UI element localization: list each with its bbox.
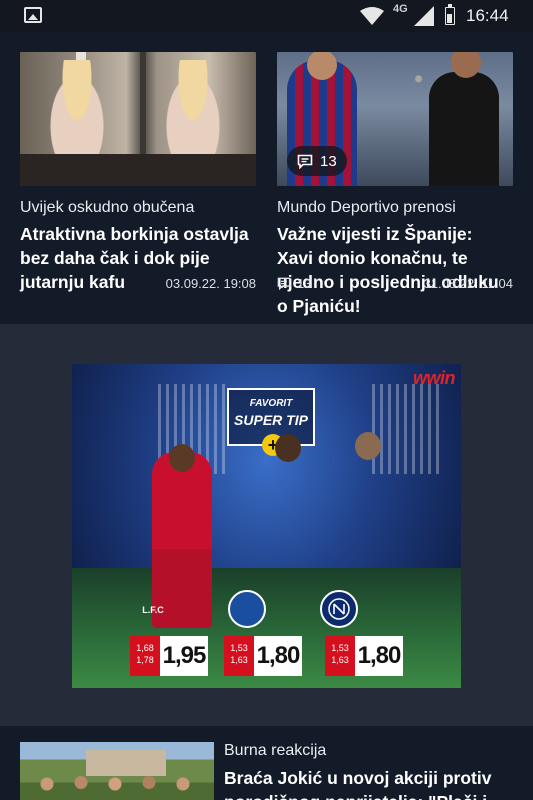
odds-history: 1,68 1,78: [130, 636, 160, 676]
comment-info[interactable]: 13: [277, 276, 311, 291]
article-meta: 13 31.08.22. 11:04: [277, 276, 513, 292]
article-date: 03.09.22. 19:08: [165, 276, 256, 291]
player-head: [169, 444, 195, 472]
odds-history: 1,53 1,63: [325, 636, 355, 676]
bench: [20, 154, 256, 186]
inter-crest-icon: [320, 590, 358, 628]
article-kicker: Burna reakcija: [224, 742, 327, 759]
news-grid: Uvijek oskudno obučena Atraktivna borkin…: [0, 32, 533, 324]
image-notification-icon: [24, 7, 42, 23]
odds-box: 1,53 1,63 1,80: [325, 636, 403, 676]
comment-count: 13: [320, 152, 337, 170]
odds-value: 1,95: [160, 636, 208, 676]
odds-box: 1,53 1,63 1,80: [224, 636, 302, 676]
article-meta: 03.09.22. 19:08: [20, 276, 256, 292]
coach-figure: [429, 72, 499, 186]
article-thumbnail[interactable]: [20, 742, 214, 800]
favorit-label: FAVORIT: [249, 398, 293, 409]
battery-icon: [445, 4, 455, 25]
article-row[interactable]: Burna reakcija Braća Jokić u novoj akcij…: [0, 726, 533, 800]
clock: 16:44: [466, 6, 509, 25]
status-bar: 4G 16:44: [0, 0, 533, 32]
comment-icon: [277, 277, 291, 290]
player-porto: [258, 442, 318, 622]
article-thumbnail[interactable]: [20, 52, 256, 186]
article-date: 31.08.22. 11:04: [423, 276, 513, 291]
article-card[interactable]: Uvijek oskudno obučena Atraktivna borkin…: [20, 52, 256, 294]
wifi-icon: [360, 7, 384, 25]
advertisement-banner[interactable]: wwin FAVORIT SUPER TIP + L.F.C 1,68 1,78 …: [72, 364, 461, 688]
super-tip-label: SUPER TIP: [234, 412, 308, 428]
odds-history: 1,53 1,63: [224, 636, 254, 676]
porto-crest-icon: [228, 590, 266, 628]
signal-icon: [414, 6, 434, 26]
odds-value: 1,80: [355, 636, 403, 676]
article-title[interactable]: Važne vijesti iz Španije: Xavi donio kon…: [277, 222, 513, 318]
brand-logo: wwin: [413, 368, 456, 388]
network-type: 4G: [393, 3, 408, 15]
article-thumbnail[interactable]: 13: [277, 52, 513, 186]
comment-icon: [297, 154, 313, 169]
people: [30, 772, 200, 800]
odds-box: 1,68 1,78 1,95: [130, 636, 208, 676]
article-kicker: Uvijek oskudno obučena: [20, 199, 195, 216]
player-head: [275, 434, 301, 462]
article-title[interactable]: Braća Jokić u novoj akciji protiv porodi…: [224, 766, 524, 800]
liverpool-crest-icon: L.F.C: [142, 605, 164, 615]
comment-badge[interactable]: 13: [287, 146, 347, 176]
odds-value: 1,80: [254, 636, 302, 676]
comment-count: 13: [297, 276, 312, 291]
player-head: [355, 432, 381, 460]
article-kicker: Mundo Deportivo prenosi: [277, 199, 456, 216]
